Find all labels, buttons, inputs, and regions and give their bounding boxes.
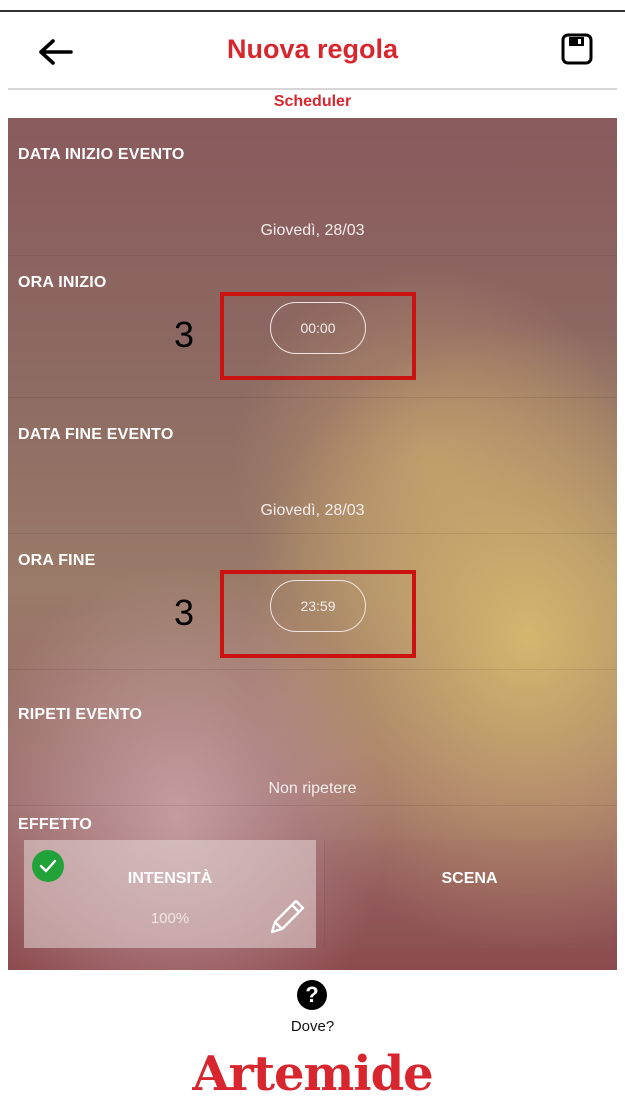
- location-label: Dove?: [290, 1018, 335, 1035]
- scene-label: SCENA: [441, 870, 498, 887]
- start-date-value: Giovedì, 28/03: [260, 222, 365, 239]
- schedule-panel: DATA INIZIO EVENTO Giovedì, 28/03 ORA IN…: [8, 118, 617, 970]
- intensity-label: INTENSITÀ: [127, 870, 213, 887]
- end-date-row[interactable]: DATA FINE EVENTO Giovedì, 28/03: [8, 398, 617, 534]
- pencil-icon[interactable]: [262, 892, 310, 940]
- question-circle-icon[interactable]: ?: [297, 980, 327, 1010]
- artemide-logo: Artemide: [192, 1046, 433, 1102]
- repeat-value: Non ripetere: [268, 780, 357, 797]
- repeat-label: RIPETI EVENTO: [18, 706, 143, 723]
- repeat-row[interactable]: RIPETI EVENTO Non ripetere: [8, 670, 617, 806]
- save-button[interactable]: [560, 32, 596, 68]
- scene-button[interactable]: SCENA: [324, 840, 614, 948]
- intensity-button[interactable]: INTENSITÀ 100%: [24, 840, 316, 948]
- start-date-row[interactable]: DATA INIZIO EVENTO Giovedì, 28/03: [8, 118, 617, 256]
- start-time-annotation-number: 3: [174, 314, 195, 355]
- end-date-label: DATA FINE EVENTO: [18, 426, 174, 443]
- effect-label: EFFETTO: [18, 816, 92, 833]
- start-date-label: DATA INIZIO EVENTO: [18, 146, 185, 163]
- end-date-value: Giovedì, 28/03: [260, 502, 365, 519]
- floppy-disk-icon: [561, 33, 593, 65]
- end-time-annotation-number: 3: [174, 592, 195, 633]
- app-header: Nuova regola: [0, 12, 625, 88]
- page-title: Nuova regola: [226, 34, 399, 64]
- scheduler-subtitle: Scheduler: [273, 93, 352, 110]
- start-time-row: ORA INIZIO 00:00 3: [8, 256, 617, 398]
- start-time-label: ORA INIZIO: [18, 274, 107, 291]
- end-time-label: ORA FINE: [18, 552, 96, 569]
- start-time-annotation-box: [220, 292, 416, 380]
- end-time-annotation-box: [220, 570, 416, 658]
- end-time-row: ORA FINE 23:59 3: [8, 534, 617, 670]
- header-divider: [8, 88, 617, 90]
